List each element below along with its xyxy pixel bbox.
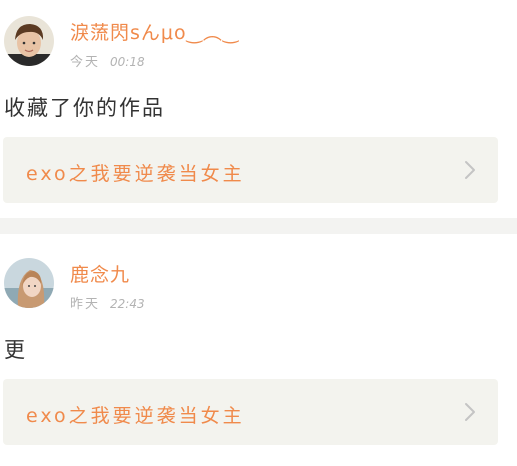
work-link-card[interactable]: exo之我要逆袭当女主 xyxy=(3,137,498,203)
feed-item: 淚蓅閃sんμo‿︵‿ 今天 00:18 收藏了你的作品 exo之我要逆袭当女主 xyxy=(0,0,517,218)
username[interactable]: 鹿念九 xyxy=(70,260,130,287)
feed-item: 鹿念九 昨天 22:43 更 exo之我要逆袭当女主 xyxy=(0,234,517,466)
user-avatar[interactable] xyxy=(4,16,54,66)
post-time: 昨天 22:43 xyxy=(70,293,145,312)
chevron-right-icon xyxy=(465,403,475,421)
post-day: 昨天 xyxy=(70,297,101,312)
post-time: 今天 00:18 xyxy=(70,51,145,70)
post-clock: 22:43 xyxy=(110,297,145,311)
post-day: 今天 xyxy=(70,55,101,70)
post-text: 收藏了你的作品 xyxy=(4,96,165,120)
post-clock: 00:18 xyxy=(110,55,145,69)
post-text: 更 xyxy=(4,338,27,362)
work-link-card[interactable]: exo之我要逆袭当女主 xyxy=(3,379,498,445)
work-title: exo之我要逆袭当女主 xyxy=(26,405,245,427)
user-avatar[interactable] xyxy=(4,258,54,308)
feed-separator xyxy=(0,218,517,234)
chevron-right-icon xyxy=(465,161,475,179)
username[interactable]: 淚蓅閃sんμo‿︵‿ xyxy=(70,18,239,45)
work-title: exo之我要逆袭当女主 xyxy=(26,163,245,185)
